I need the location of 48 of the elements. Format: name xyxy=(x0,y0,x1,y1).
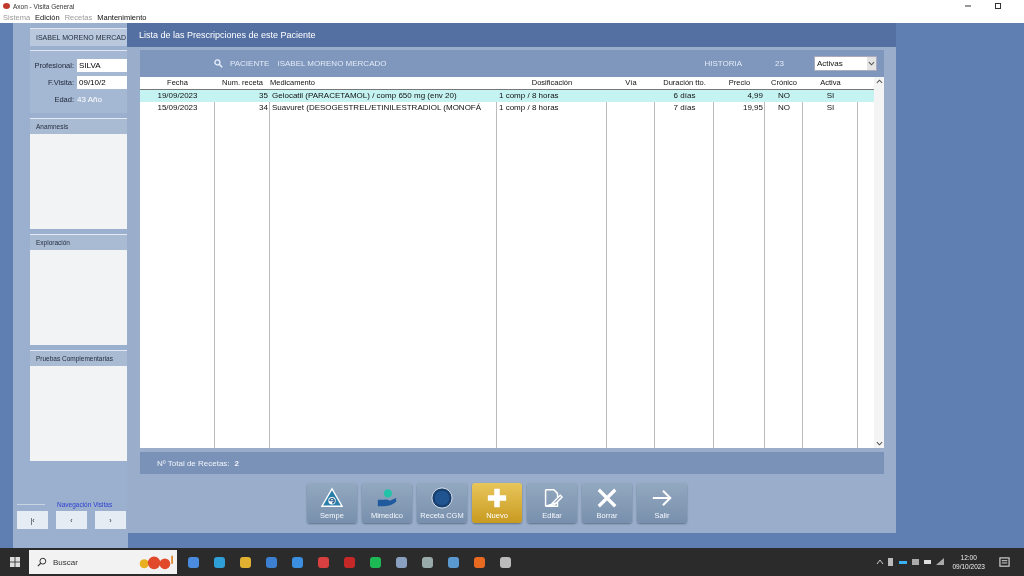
patient-name: ISABEL MORENO MERCADO xyxy=(277,59,387,68)
start-icon[interactable] xyxy=(10,557,20,567)
circle-logo-icon xyxy=(431,486,453,509)
patient-label: PACIENTE xyxy=(230,59,270,68)
table-cell: 1 comp / 8 horas xyxy=(499,103,559,112)
input-field[interactable]: SILVA xyxy=(77,58,128,72)
app-logo-icon xyxy=(3,3,10,9)
table-cell: SI xyxy=(826,103,835,112)
filter-dropdown[interactable]: Activas xyxy=(814,56,877,71)
table-cell: NO xyxy=(778,103,790,112)
history-number: 23 xyxy=(775,59,784,68)
search-icon[interactable] xyxy=(214,59,223,68)
total-count: 2 xyxy=(234,458,240,468)
search-field[interactable]: Buscar xyxy=(29,550,177,574)
table-cell: 7 días xyxy=(673,103,696,112)
table-cell: NO xyxy=(778,91,790,100)
table-cell: 35 xyxy=(259,91,268,100)
table-cell: 6 días xyxy=(673,91,696,100)
notification-icon[interactable] xyxy=(999,556,1010,568)
maximize-icon[interactable] xyxy=(994,2,1002,10)
table-cell: 1 comp / 8 horas xyxy=(499,91,559,100)
scroll-down-icon[interactable] xyxy=(875,440,883,447)
table-cell: SI xyxy=(826,91,835,100)
total-label: Nº Total de Recetas: xyxy=(157,458,230,468)
field-value: 43 Año xyxy=(77,94,102,104)
input-field[interactable]: 09/10/2 xyxy=(77,75,128,89)
table-cell: 19,95 xyxy=(742,103,763,112)
table-row[interactable]: 19/09/2023 35 Gelocatil (PARACETAMOL) / comp 650 mg (env 20) 1 comp / 8 horas 6 días 4,99 NO SI xyxy=(140,90,874,102)
table-cell: Gelocatil (PARACETAMOL) / comp 650 mg (env 20) xyxy=(272,91,457,100)
hand-icon xyxy=(376,486,398,509)
scroll-up-icon[interactable] xyxy=(875,78,883,85)
scrollbar[interactable] xyxy=(874,77,884,448)
pumpkins-drawing xyxy=(137,553,173,571)
table-cell: 19/09/2023 xyxy=(157,91,198,100)
table-row[interactable]: 15/09/2023 34 Suavuret (DESOGESTREL/ETINILESTRADIOL (MONOFÁ 1 comp / 8 horas 7 días 19,95 NO SI xyxy=(140,102,874,114)
minimize-icon[interactable] xyxy=(964,2,972,10)
history-label: HISTORIA xyxy=(704,59,743,68)
caret-icon xyxy=(868,60,875,67)
table-cell: 34 xyxy=(259,103,268,112)
table-cell: 4,99 xyxy=(747,91,763,100)
system-tray-icons[interactable] xyxy=(876,557,947,567)
table-cell: 15/09/2023 xyxy=(157,103,198,112)
table-cell: Suavuret (DESOGESTREL/ETINILESTRADIOL (MONOFÁ xyxy=(272,103,482,112)
close-icon xyxy=(596,486,618,509)
triangle-logo-icon xyxy=(321,486,343,509)
dialog-title: Lista de las Prescripciones de este Paciente xyxy=(127,23,896,47)
plus-icon xyxy=(486,486,508,509)
search-icon xyxy=(37,557,47,567)
